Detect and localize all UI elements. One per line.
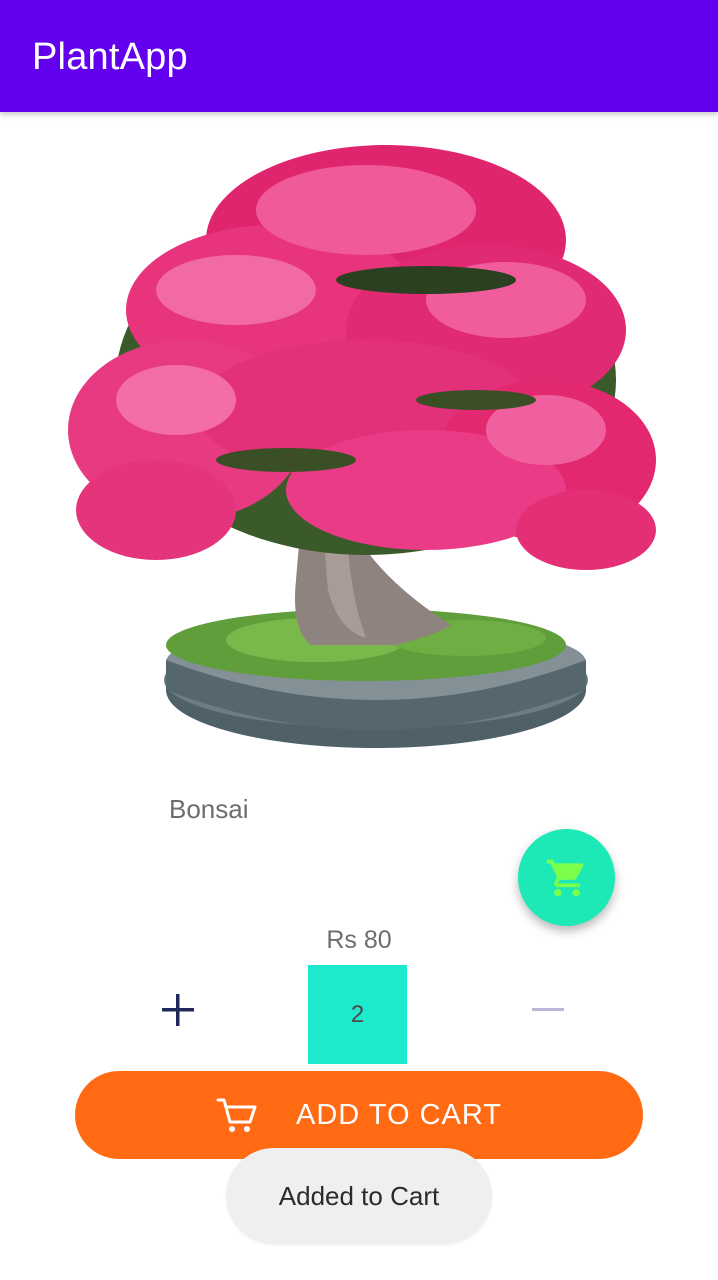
- product-name: Bonsai: [169, 794, 249, 824]
- bonsai-tree-image: [68, 145, 656, 748]
- decrease-quantity-button[interactable]: [520, 982, 576, 1038]
- shopping-cart-icon: [546, 859, 584, 896]
- product-price: Rs 80: [326, 926, 392, 954]
- cart-fab-button[interactable]: [518, 829, 615, 926]
- minus-icon: [532, 1008, 564, 1011]
- cart-outline-icon: [216, 1096, 258, 1134]
- quantity-value: 2: [308, 965, 407, 1064]
- add-to-cart-button[interactable]: ADD TO CART: [75, 1071, 643, 1159]
- add-to-cart-label: ADD TO CART: [296, 1098, 502, 1131]
- product-detail-screen: PlantApp Bonsai Rs 80 2 ADD TO CART Adde…: [0, 0, 718, 1280]
- toast-message: Added to Cart: [226, 1148, 492, 1244]
- app-title: PlantApp: [32, 36, 188, 78]
- increase-quantity-button[interactable]: [150, 982, 206, 1038]
- app-bar: PlantApp: [0, 0, 718, 112]
- plus-icon: [162, 994, 194, 1026]
